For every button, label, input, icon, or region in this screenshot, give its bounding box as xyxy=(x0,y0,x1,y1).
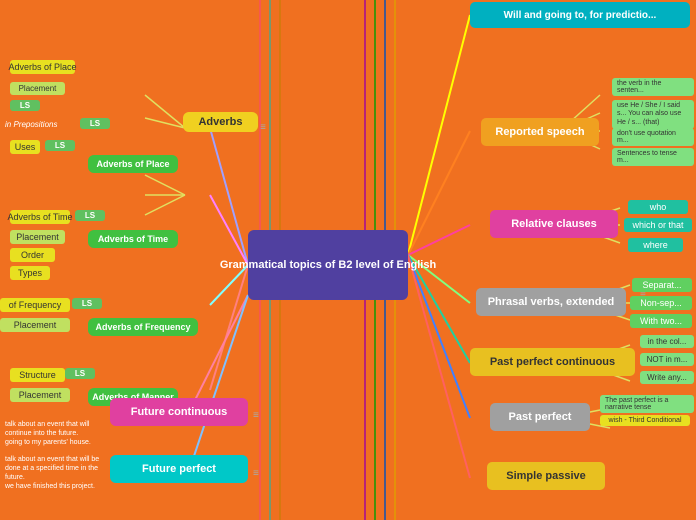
will-going-to-node[interactable]: Will and going to, for predictio... xyxy=(470,2,690,28)
with-two-node[interactable]: With two... xyxy=(630,314,692,328)
who-node[interactable]: who xyxy=(628,200,688,214)
non-sep-node[interactable]: Non-sep... xyxy=(630,296,692,310)
adverbs-of-place-node[interactable]: Adverbs of Place xyxy=(88,155,178,173)
past-perfect-node[interactable]: Past perfect xyxy=(490,403,590,431)
simple-passive-node[interactable]: Simple passive xyxy=(487,462,605,490)
use-he-node: use He / She / I said s... You can also … xyxy=(612,100,694,129)
ls-badge-1: LS xyxy=(10,100,40,111)
ls-badge-4: LS xyxy=(75,210,105,221)
reported-speech-node[interactable]: Reported speech xyxy=(481,118,599,146)
placement-node-4[interactable]: Placement xyxy=(10,388,70,402)
placement-node-1[interactable]: Placement xyxy=(10,82,65,95)
structure-node[interactable]: Structure xyxy=(10,368,65,382)
types-node[interactable]: Types xyxy=(10,266,50,280)
ls-badge-6: LS xyxy=(65,368,95,379)
write-any-node: Write any... xyxy=(640,371,694,384)
in-col-node: in the col... xyxy=(640,335,694,348)
where-node[interactable]: where xyxy=(628,238,683,252)
placement-node-2[interactable]: Placement xyxy=(10,230,65,244)
dont-use-node: don't use quotation m... xyxy=(612,128,694,146)
central-node: Grammatical topics of B2 level of Englis… xyxy=(248,230,408,300)
phrasal-verbs-node[interactable]: Phrasal verbs, extended xyxy=(476,288,626,316)
past-perfect-continuous-node[interactable]: Past perfect continuous xyxy=(470,348,635,376)
future-perfect-node[interactable]: Future perfect xyxy=(110,455,248,483)
ls-badge-3: LS xyxy=(45,140,75,151)
order-node[interactable]: Order xyxy=(10,248,55,262)
verb-in-sentence-node: the verb in the senten... xyxy=(612,78,694,96)
wish-third-node[interactable]: wish - Third Conditional xyxy=(600,415,690,426)
adverbs-of-place-small-node[interactable]: Adverbs of Place xyxy=(10,60,75,74)
ls-badge-5: LS xyxy=(72,298,102,309)
relative-clauses-node[interactable]: Relative clauses xyxy=(490,210,618,238)
separate-node[interactable]: Separat... xyxy=(632,278,692,292)
adverbs-node[interactable]: Adverbs xyxy=(183,112,258,132)
placement-node-3[interactable]: Placement xyxy=(0,318,70,332)
ls-badge-2: LS xyxy=(80,118,110,129)
adverbs-of-frequency-node[interactable]: Adverbs of Frequency xyxy=(88,318,198,336)
future-continuous-node[interactable]: Future continuous xyxy=(110,398,248,426)
adverbs-of-time-node[interactable]: Adverbs of Time xyxy=(88,230,178,248)
adverbs-of-time-small[interactable]: Adverbs of Time xyxy=(10,210,70,224)
past-perfect-narrative-node: The past perfect is a narrative tense xyxy=(600,395,694,413)
not-in-node: NOT in m... xyxy=(640,353,694,366)
of-frequency-node[interactable]: of Frequency xyxy=(0,298,70,312)
uses-node[interactable]: Uses xyxy=(10,140,40,154)
which-or-that-node[interactable]: which or that xyxy=(624,218,692,232)
sentences-node: Sentences to tense m... xyxy=(612,148,694,166)
